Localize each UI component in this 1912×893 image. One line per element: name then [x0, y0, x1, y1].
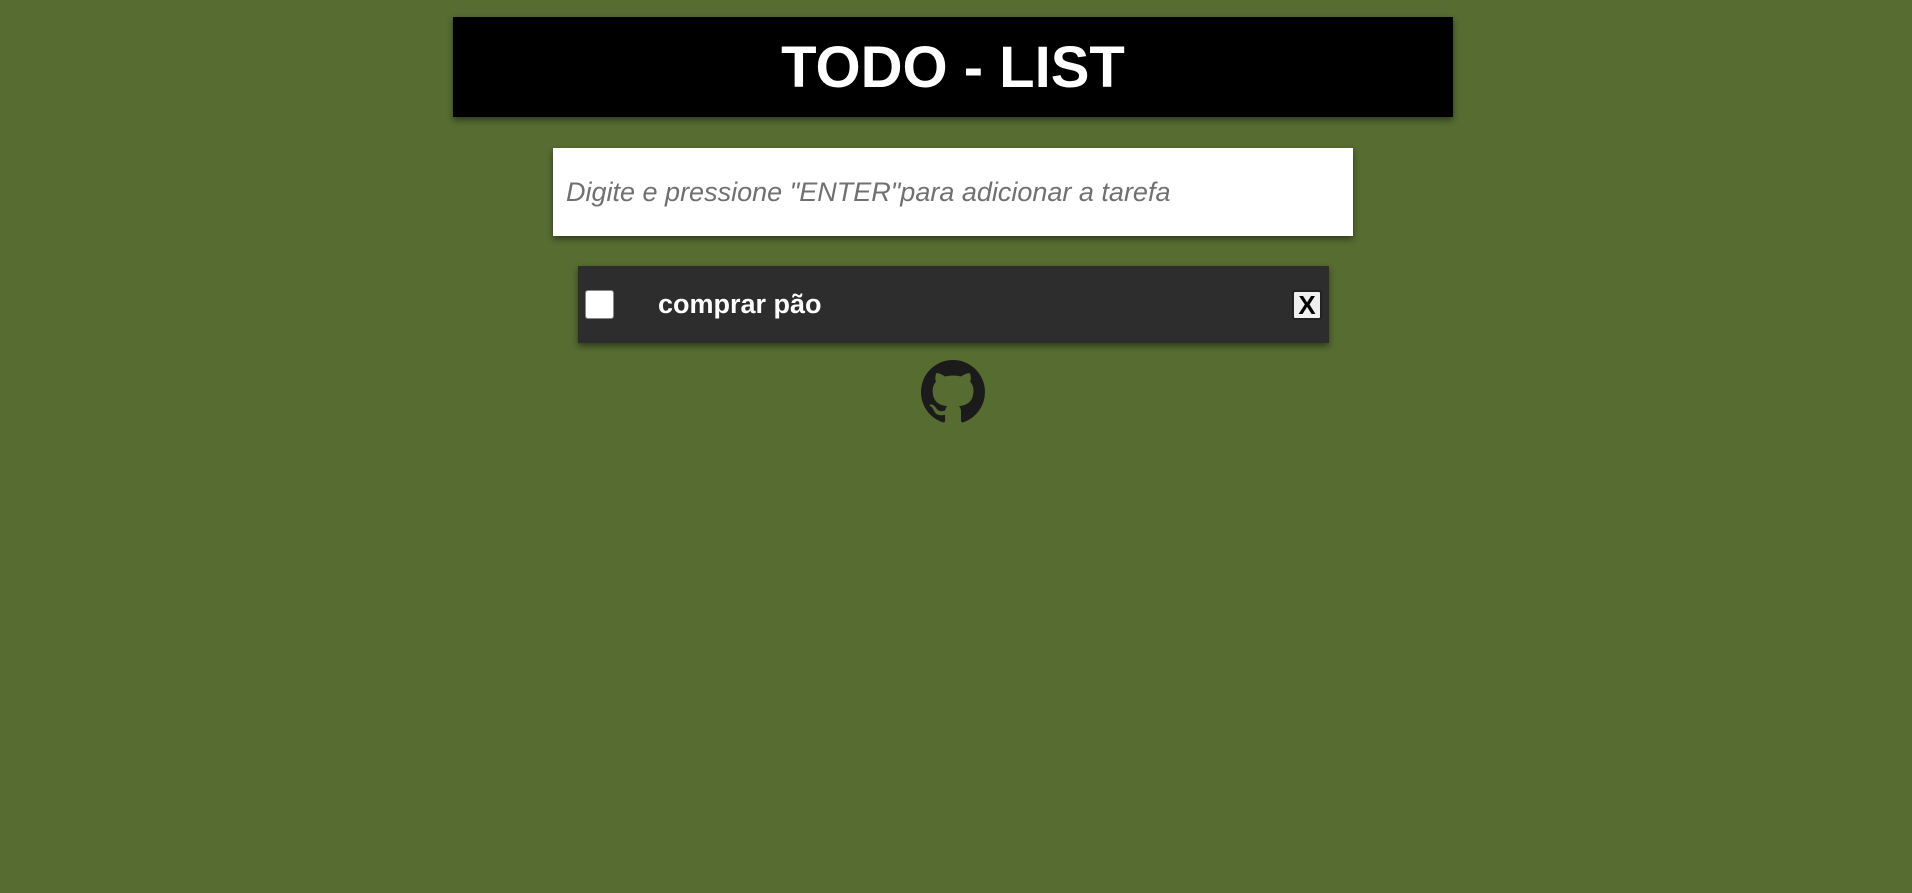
todo-checkbox[interactable]	[585, 290, 614, 319]
page-title: TODO - LIST	[781, 34, 1125, 100]
task-input[interactable]	[553, 148, 1353, 236]
todo-list: comprar pão X	[578, 266, 1329, 343]
todo-item: comprar pão X	[578, 266, 1329, 343]
github-icon	[921, 360, 985, 423]
task-input-container	[553, 148, 1353, 236]
todo-app: TODO - LIST comprar pão X	[0, 0, 1912, 893]
todo-text: comprar pão	[658, 289, 822, 319]
github-link[interactable]	[921, 360, 985, 424]
app-header: TODO - LIST	[453, 17, 1453, 117]
delete-button[interactable]: X	[1292, 290, 1322, 320]
